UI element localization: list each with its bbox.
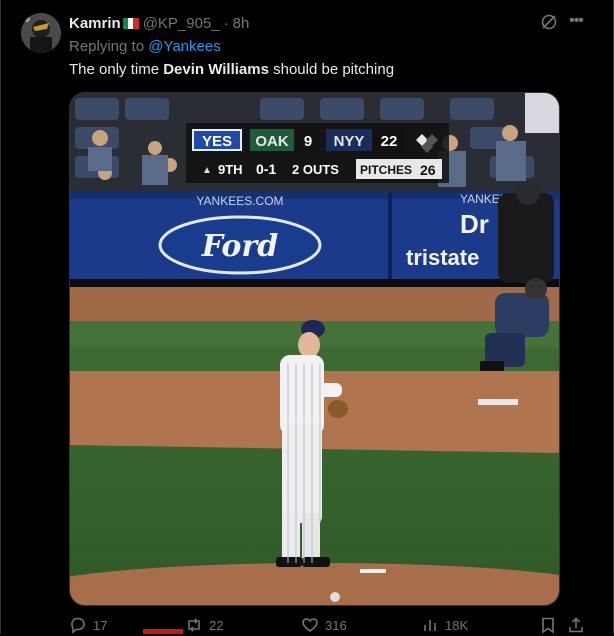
timestamp[interactable]: 8h (233, 15, 250, 32)
views-icon (424, 620, 436, 631)
reply-context: Replying to @Yankees (69, 38, 221, 55)
like-button[interactable]: 316 (301, 616, 347, 634)
repost-icon (188, 618, 200, 632)
tweet[interactable]: Kamrin @KP_905_ · 8h ••• Replying to @Ya… (0, 0, 614, 634)
media-image[interactable]: YES OAK 9 NYY 22 ▲ 9TH 0-1 2 OUTS PITCHE… (69, 92, 560, 606)
views-button[interactable]: 18K (421, 616, 468, 634)
tweet-text: The only time Devin Williams should be p… (69, 61, 394, 78)
repost-count: 22 (209, 617, 224, 633)
tweet-text-after: should be pitching (268, 61, 395, 78)
bookmark-icon (542, 617, 554, 634)
reply-icon (71, 617, 85, 634)
wall-right-big: Dr (460, 209, 489, 239)
away-score: 9 (304, 133, 312, 150)
italy-flag-icon (122, 17, 139, 29)
tweet-header: Kamrin @KP_905_ · 8h (69, 13, 249, 33)
inning: 9TH (218, 162, 243, 177)
more-icon[interactable]: ••• (566, 12, 586, 32)
separator-dot: · (223, 14, 229, 32)
reply-button[interactable]: 17 (69, 616, 107, 634)
pitches-value: 26 (420, 162, 436, 178)
pitch-count: 0-1 (256, 161, 276, 177)
home-team: NYY (334, 133, 365, 150)
tweet-text-before: The only time (69, 61, 164, 78)
bookmark-button[interactable] (539, 616, 563, 634)
reply-count: 17 (93, 617, 108, 633)
repost-button[interactable]: 22 (185, 616, 223, 634)
reply-to-link[interactable]: @Yankees (148, 38, 221, 55)
views-count: 18K (445, 617, 469, 633)
like-count: 316 (325, 617, 347, 633)
wall-right-small: tristate (406, 245, 479, 270)
pitches-label: PITCHES (360, 163, 412, 177)
away-team: OAK (255, 133, 289, 150)
scorebug: YES OAK 9 NYY 22 ▲ 9TH 0-1 2 OUTS PITCHE… (186, 123, 449, 183)
ford-logo: Ford (201, 229, 278, 264)
grok-icon[interactable] (540, 13, 558, 31)
share-icon (569, 617, 583, 633)
tweet-text-bold: Devin Williams (163, 61, 269, 78)
home-score: 22 (381, 133, 398, 150)
reply-prefix: Replying to (69, 38, 145, 55)
user-handle[interactable]: @KP_905_ (143, 15, 220, 32)
display-name[interactable]: Kamrin (69, 15, 121, 32)
share-button[interactable] (567, 616, 591, 634)
outs: 2 OUTS (292, 162, 339, 177)
avatar[interactable] (21, 13, 61, 53)
heart-icon (302, 618, 318, 632)
network-logo: YES (202, 133, 232, 150)
scroll-indicator (143, 629, 183, 634)
inning-arrow-icon: ▲ (202, 165, 212, 176)
divider (0, 0, 1, 634)
wall-site-text: YANKEES.COM (196, 194, 283, 208)
